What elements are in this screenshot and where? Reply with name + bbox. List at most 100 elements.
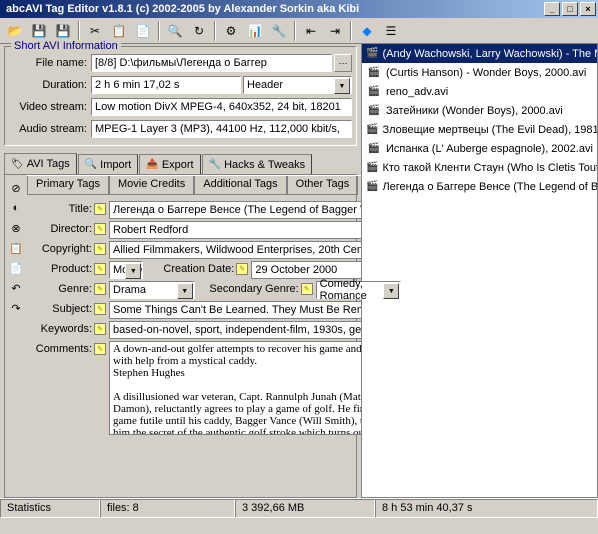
tool3-icon[interactable]: 🔧 xyxy=(268,20,290,42)
status-duration: 8 h 53 min 40,37 s xyxy=(375,499,598,518)
side-btn-4[interactable]: 📋 xyxy=(7,239,25,257)
find-icon[interactable]: 🔍 xyxy=(164,20,186,42)
status-bar: Statistics files: 8 3 392,66 MB 8 h 53 m… xyxy=(0,498,598,518)
film-icon: 🎬 xyxy=(366,47,378,61)
paste-icon[interactable]: 📄 xyxy=(132,20,154,42)
maximize-button[interactable]: □ xyxy=(562,2,578,16)
list-item[interactable]: 🎬Зловещие мертвецы (The Evil Dead), 1981… xyxy=(362,120,597,139)
save-icon[interactable]: 💾 xyxy=(28,20,50,42)
dirty-icon: ✎ xyxy=(94,323,106,335)
copyright-label: Copyright: xyxy=(31,241,93,255)
export-icon: 📤 xyxy=(146,159,158,170)
hacks-icon: 🔧 xyxy=(209,159,221,170)
list-item[interactable]: 🎬(Curtis Hanson) - Wonder Boys, 2000.avi xyxy=(362,63,597,82)
film-icon: 🎬 xyxy=(366,104,382,118)
tag-panel: ⊘ ◐ ⊗ 📋 📄 ↶ ↷ Primary Tags Movie Credits… xyxy=(4,174,357,498)
side-btn-5[interactable]: 📄 xyxy=(7,259,25,277)
tab-avi-tags[interactable]: 🏷AVI Tags xyxy=(4,153,77,175)
product-label: Product: xyxy=(31,261,93,275)
tag-icon: 🏷 xyxy=(11,159,24,170)
secondary-genre-label: Secondary Genre: xyxy=(195,281,300,295)
list-item[interactable]: 🎬Испанка (L' Auberge espagnole), 2002.av… xyxy=(362,139,597,158)
tool2-icon[interactable]: 📊 xyxy=(244,20,266,42)
list-icon[interactable]: ☰ xyxy=(380,20,402,42)
keywords-input[interactable] xyxy=(109,321,401,339)
prev-icon[interactable]: ⇤ xyxy=(300,20,322,42)
status-size: 3 392,66 MB xyxy=(235,499,375,518)
subject-input[interactable] xyxy=(109,301,401,319)
audio-stream-label: Audio stream: xyxy=(9,123,91,135)
minimize-button[interactable]: _ xyxy=(544,2,560,16)
dirty-icon: ✎ xyxy=(94,203,106,215)
tab-import[interactable]: 🔍Import xyxy=(78,154,139,174)
list-item[interactable]: 🎬reno_adv.avi xyxy=(362,82,597,101)
film-icon: 🎬 xyxy=(366,66,382,80)
dirty-icon: ✎ xyxy=(94,223,106,235)
duration-source-combo[interactable]: Header xyxy=(243,76,352,94)
copy-icon[interactable]: 📋 xyxy=(108,20,130,42)
browse-button[interactable]: ⋯ xyxy=(334,54,352,72)
title-bar: abcAVI Tag Editor v1.8.1 (c) 2002-2005 b… xyxy=(0,0,598,18)
product-combo[interactable]: Movie xyxy=(109,261,143,279)
file-name-label: File name: xyxy=(9,57,91,69)
dirty-icon: ✎ xyxy=(94,283,106,295)
list-item[interactable]: 🎬Легенда о Баггере Венсе (The Legend of … xyxy=(362,177,597,196)
side-btn-3[interactable]: ⊗ xyxy=(7,219,25,237)
audio-stream-input[interactable] xyxy=(91,120,352,138)
list-item[interactable]: 🎬Затейники (Wonder Boys), 2000.avi xyxy=(362,101,597,120)
dirty-icon: ✎ xyxy=(94,303,106,315)
comments-label: Comments: xyxy=(31,341,93,355)
next-icon[interactable]: ⇥ xyxy=(324,20,346,42)
cut-icon[interactable]: ✂ xyxy=(84,20,106,42)
tab-hacks[interactable]: 🔧Hacks & Tweaks xyxy=(202,154,313,174)
duration-input[interactable] xyxy=(91,76,241,94)
tool1-icon[interactable]: ⚙ xyxy=(220,20,242,42)
film-icon: 🎬 xyxy=(366,161,378,175)
title-input[interactable] xyxy=(109,201,401,219)
side-btn-1[interactable]: ⊘ xyxy=(7,179,25,197)
status-files: files: 8 xyxy=(100,499,235,518)
tab-export[interactable]: 📤Export xyxy=(139,154,200,174)
import-icon: 🔍 xyxy=(85,159,97,170)
creation-date-label: Creation Date: xyxy=(143,261,235,275)
dirty-icon: ✎ xyxy=(301,283,313,295)
status-label: Statistics xyxy=(0,499,100,518)
sub-tabstrip: Primary Tags Movie Credits Additional Ta… xyxy=(27,175,405,195)
film-icon: 🎬 xyxy=(366,180,378,194)
side-btn-6[interactable]: ↶ xyxy=(7,279,25,297)
list-item[interactable]: 🎬Кто такой Кленти Стаун (Who Is Cletis T… xyxy=(362,158,597,177)
duration-label: Duration: xyxy=(9,79,91,91)
subtab-additional[interactable]: Additional Tags xyxy=(194,176,286,195)
comments-textarea[interactable]: A down-and-out golfer attempts to recove… xyxy=(109,341,401,435)
video-stream-input[interactable] xyxy=(91,98,352,116)
dirty-icon: ✎ xyxy=(94,243,106,255)
side-toolbar: ⊘ ◐ ⊗ 📋 📄 ↶ ↷ xyxy=(5,175,27,497)
avi-info-legend: Short AVI Information xyxy=(11,40,121,52)
dirty-icon: ✎ xyxy=(94,263,106,275)
genre-combo[interactable]: Drama xyxy=(109,281,195,299)
subtab-primary[interactable]: Primary Tags xyxy=(27,176,109,195)
main-tabstrip: 🏷AVI Tags 🔍Import 📤Export 🔧Hacks & Tweak… xyxy=(4,150,357,174)
window-title: abcAVI Tag Editor v1.8.1 (c) 2002-2005 b… xyxy=(2,3,542,15)
dirty-icon: ✎ xyxy=(94,343,106,355)
subtab-movie[interactable]: Movie Credits xyxy=(109,176,194,195)
director-input[interactable] xyxy=(109,221,401,239)
subtab-other[interactable]: Other Tags xyxy=(287,176,359,195)
tag-icon[interactable]: ◆ xyxy=(356,20,378,42)
side-btn-7[interactable]: ↷ xyxy=(7,299,25,317)
close-button[interactable]: × xyxy=(580,2,596,16)
genre-label: Genre: xyxy=(31,281,93,295)
refresh-icon[interactable]: ↻ xyxy=(188,20,210,42)
save-all-icon[interactable]: 💾 xyxy=(52,20,74,42)
file-name-input[interactable] xyxy=(91,54,332,72)
title-label: Title: xyxy=(31,201,93,215)
film-icon: 🎬 xyxy=(366,85,382,99)
dirty-icon: ✎ xyxy=(236,263,248,275)
file-list-dropdown[interactable]: 🎬(Andy Wachowski, Larry Wachowski) - The… xyxy=(361,44,598,498)
side-btn-2[interactable]: ◐ xyxy=(7,199,25,217)
secondary-genre-combo[interactable]: Comedy, Romance xyxy=(316,281,402,299)
copyright-input[interactable] xyxy=(109,241,401,259)
open-icon[interactable]: 📂 xyxy=(4,20,26,42)
video-stream-label: Video stream: xyxy=(9,101,91,113)
list-item[interactable]: 🎬(Andy Wachowski, Larry Wachowski) - The… xyxy=(362,44,597,63)
